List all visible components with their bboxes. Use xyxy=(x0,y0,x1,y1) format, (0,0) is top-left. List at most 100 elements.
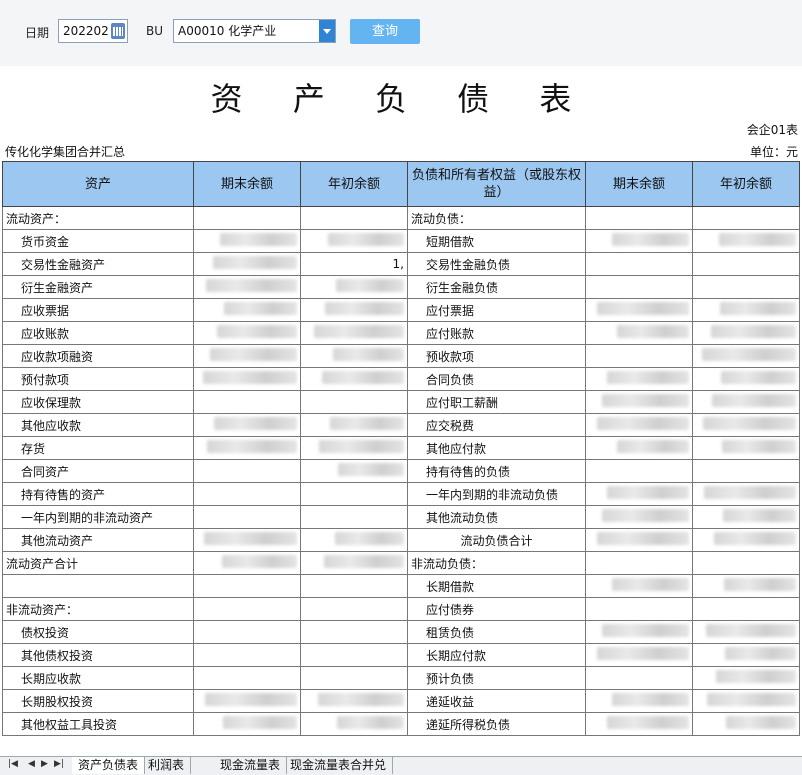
redacted-value xyxy=(602,509,689,522)
table-row: 预付款项 合同负债 xyxy=(2,367,800,391)
liability-label: 持有待售的负债 xyxy=(407,459,586,483)
tab-income-statement[interactable]: 利润表 xyxy=(142,757,192,774)
asset-label: 应收保理款 xyxy=(2,390,194,414)
liability-label: 其他流动负债 xyxy=(407,505,586,529)
asset-end-balance xyxy=(193,206,301,230)
redacted-value xyxy=(704,486,796,499)
redacted-value xyxy=(607,486,689,499)
asset-label: 债权投资 xyxy=(2,620,194,644)
asset-begin-balance xyxy=(300,666,408,690)
asset-begin-balance xyxy=(300,482,408,506)
redacted-value xyxy=(702,348,796,361)
asset-end-balance xyxy=(193,459,301,483)
date-input[interactable]: 202202 xyxy=(58,19,128,43)
liability-end-balance xyxy=(585,390,693,414)
col-header-asset: 资产 xyxy=(2,161,194,207)
asset-begin-balance xyxy=(300,574,408,598)
table-header: 资产 期末余额 年初余额 负债和所有者权益（或股东权益） 期末余额 年初余额 xyxy=(2,161,800,207)
asset-begin-balance xyxy=(300,505,408,529)
table-row: 长期股权投资 递延收益 xyxy=(2,689,800,713)
query-button[interactable]: 查询 xyxy=(350,19,420,44)
liability-begin-balance xyxy=(692,252,800,276)
liability-end-balance xyxy=(585,459,693,483)
asset-begin-balance xyxy=(300,344,408,368)
liability-begin-balance xyxy=(692,436,800,460)
table-row: 持有待售的资产 一年内到期的非流动负债 xyxy=(2,482,800,506)
redacted-value xyxy=(336,279,404,292)
liability-end-balance xyxy=(585,252,693,276)
liability-label: 应付职工薪酬 xyxy=(407,390,586,414)
unit-label: 单位：元 xyxy=(749,145,798,159)
liability-begin-balance xyxy=(692,597,800,621)
liability-begin-balance xyxy=(692,689,800,713)
asset-begin-balance xyxy=(300,206,408,230)
next-sheet-icon[interactable]: ▶ xyxy=(41,759,48,769)
redacted-value xyxy=(222,555,297,568)
table-row: 应收账款 应付账款 xyxy=(2,321,800,345)
redacted-value xyxy=(325,302,404,315)
redacted-value xyxy=(223,716,297,729)
asset-label: 衍生金融资产 xyxy=(2,275,194,299)
asset-label: 其他应收款 xyxy=(2,413,194,437)
liability-begin-balance xyxy=(692,643,800,667)
liability-begin-balance xyxy=(692,666,800,690)
asset-label: 预付款项 xyxy=(2,367,194,391)
table-row: 非流动资产： 应付债券 xyxy=(2,597,800,621)
redacted-value xyxy=(716,670,796,683)
asset-label: 应收账款 xyxy=(2,321,194,345)
redacted-value xyxy=(612,233,689,246)
table-row: 应收保理款 应付职工薪酬 xyxy=(2,390,800,414)
asset-end-balance xyxy=(193,321,301,345)
asset-begin-balance xyxy=(300,689,408,713)
liability-begin-balance xyxy=(692,505,800,529)
asset-label: 应收款项融资 xyxy=(2,344,194,368)
redacted-value xyxy=(612,693,689,706)
asset-label: 非流动资产： xyxy=(2,597,194,621)
table-row: 应收票据 应付票据 xyxy=(2,298,800,322)
liability-begin-balance xyxy=(692,344,800,368)
redacted-value xyxy=(217,325,297,338)
asset-begin-balance xyxy=(300,436,408,460)
liability-label: 长期借款 xyxy=(407,574,586,598)
redacted-value xyxy=(597,302,689,315)
liability-end-balance xyxy=(585,620,693,644)
bu-select[interactable]: A00010 化学产业 xyxy=(173,19,336,43)
prev-sheet-icon[interactable]: ◀ xyxy=(28,759,35,769)
asset-begin-balance xyxy=(300,298,408,322)
liability-end-balance xyxy=(585,574,693,598)
asset-label: 其他债权投资 xyxy=(2,643,194,667)
liability-end-balance xyxy=(585,298,693,322)
redacted-value xyxy=(224,302,297,315)
redacted-value xyxy=(203,371,297,384)
redacted-value xyxy=(617,325,689,338)
asset-label: 货币资金 xyxy=(2,229,194,253)
asset-end-balance xyxy=(193,298,301,322)
first-sheet-icon[interactable]: |◀ xyxy=(8,759,18,769)
chevron-down-icon[interactable] xyxy=(319,20,335,42)
table-row: 债权投资 租赁负债 xyxy=(2,620,800,644)
tab-cash-flow-reconciliation[interactable]: 现金流量表合并兑 xyxy=(284,757,394,774)
asset-begin-balance xyxy=(300,528,408,552)
redacted-value xyxy=(602,394,689,407)
col-header-asset-end: 期末余额 xyxy=(193,161,301,207)
redacted-value xyxy=(714,532,796,545)
liability-end-balance xyxy=(585,505,693,529)
asset-end-balance xyxy=(193,390,301,414)
liability-label: 预收款项 xyxy=(407,344,586,368)
table-row: 应收款项融资 预收款项 xyxy=(2,344,800,368)
liability-label: 流动负债： xyxy=(407,206,586,230)
table-row: 其他权益工具投资 递延所得税负债 xyxy=(2,712,800,736)
calendar-icon[interactable] xyxy=(111,23,125,39)
tab-balance-sheet[interactable]: 资产负债表 xyxy=(72,757,146,774)
liability-label: 短期借款 xyxy=(407,229,586,253)
asset-label: 长期股权投资 xyxy=(2,689,194,713)
asset-label: 流动资产合计 xyxy=(2,551,194,575)
redacted-value xyxy=(712,394,796,407)
asset-begin-balance xyxy=(300,712,408,736)
liability-begin-balance xyxy=(692,367,800,391)
last-sheet-icon[interactable]: ▶| xyxy=(54,759,64,769)
liability-label: 其他应付款 xyxy=(407,436,586,460)
liability-begin-balance xyxy=(692,413,800,437)
col-header-liability: 负债和所有者权益（或股东权益） xyxy=(407,161,586,207)
tab-cash-flow[interactable]: 现金流量表 xyxy=(214,757,288,774)
